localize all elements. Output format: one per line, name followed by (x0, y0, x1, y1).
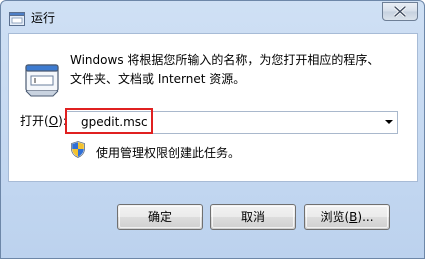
admin-privileges-note: 使用管理权限创建此任务。 (96, 146, 241, 160)
close-icon (394, 6, 406, 17)
open-label-accesskey: O (48, 114, 59, 128)
uac-shield-icon (71, 141, 85, 158)
open-label-prefix: 打开( (20, 114, 49, 128)
ok-button-label: 确定 (147, 210, 172, 224)
run-dialog: 运行 Windows 将根据您所输入的名称，为您打开相应的程序、 文件夹、文档或… (0, 0, 425, 259)
chevron-down-icon[interactable] (385, 120, 393, 124)
browse-button[interactable]: 浏览(B)... (304, 204, 390, 230)
ok-button[interactable]: 确定 (117, 204, 203, 230)
description-text: Windows 将根据您所输入的名称，为您打开相应的程序、 文件夹、文档或 In… (70, 51, 400, 89)
title-bar[interactable]: 运行 (1, 1, 424, 34)
browse-label-suffix: )... (357, 210, 374, 224)
open-label: 打开(O): (20, 112, 67, 129)
run-icon (9, 11, 25, 26)
window-title: 运行 (31, 11, 56, 25)
cancel-button[interactable]: 取消 (210, 204, 296, 230)
highlight-box (65, 108, 153, 134)
description-line-1: Windows 将根据您所输入的名称，为您打开相应的程序、 (70, 53, 380, 67)
cancel-button-label: 取消 (240, 210, 265, 224)
description-line-2: 文件夹、文档或 Internet 资源。 (70, 72, 246, 86)
dialog-body: Windows 将根据您所输入的名称，为您打开相应的程序、 文件夹、文档或 In… (8, 33, 418, 182)
close-button[interactable] (382, 2, 418, 21)
browse-label-prefix: 浏览( (320, 210, 350, 224)
run-program-icon (23, 60, 63, 100)
